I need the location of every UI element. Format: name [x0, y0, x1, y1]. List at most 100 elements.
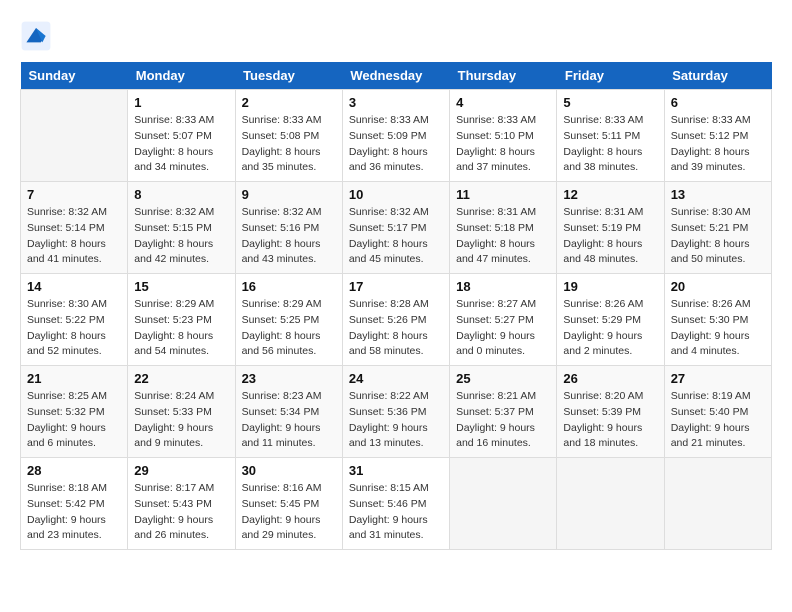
day-number: 5: [563, 95, 657, 110]
day-number: 2: [242, 95, 336, 110]
day-number: 12: [563, 187, 657, 202]
header-row: SundayMondayTuesdayWednesdayThursdayFrid…: [21, 62, 772, 90]
day-info: Sunrise: 8:31 AMSunset: 5:19 PMDaylight:…: [563, 205, 657, 268]
day-cell: 4 Sunrise: 8:33 AMSunset: 5:10 PMDaylight…: [450, 90, 557, 182]
day-cell: 11 Sunrise: 8:31 AMSunset: 5:18 PMDayligh…: [450, 182, 557, 274]
week-row-3: 14 Sunrise: 8:30 AMSunset: 5:22 PMDayligh…: [21, 274, 772, 366]
day-cell: 10 Sunrise: 8:32 AMSunset: 5:17 PMDayligh…: [342, 182, 449, 274]
column-header-thursday: Thursday: [450, 62, 557, 90]
day-info: Sunrise: 8:32 AMSunset: 5:14 PMDaylight:…: [27, 205, 121, 268]
day-number: 25: [456, 371, 550, 386]
day-cell: 17 Sunrise: 8:28 AMSunset: 5:26 PMDayligh…: [342, 274, 449, 366]
day-number: 17: [349, 279, 443, 294]
day-info: Sunrise: 8:24 AMSunset: 5:33 PMDaylight:…: [134, 389, 228, 452]
day-cell: 13 Sunrise: 8:30 AMSunset: 5:21 PMDayligh…: [664, 182, 771, 274]
day-number: 9: [242, 187, 336, 202]
day-info: Sunrise: 8:32 AMSunset: 5:16 PMDaylight:…: [242, 205, 336, 268]
day-cell: 14 Sunrise: 8:30 AMSunset: 5:22 PMDayligh…: [21, 274, 128, 366]
day-number: 1: [134, 95, 228, 110]
column-header-friday: Friday: [557, 62, 664, 90]
day-number: 29: [134, 463, 228, 478]
day-info: Sunrise: 8:30 AMSunset: 5:22 PMDaylight:…: [27, 297, 121, 360]
day-info: Sunrise: 8:18 AMSunset: 5:42 PMDaylight:…: [27, 481, 121, 544]
day-cell: 18Sunrise: 8:27 AMSunset: 5:27 PMDayligh…: [450, 274, 557, 366]
day-info: Sunrise: 8:33 AMSunset: 5:12 PMDaylight:…: [671, 113, 765, 176]
column-header-tuesday: Tuesday: [235, 62, 342, 90]
column-header-saturday: Saturday: [664, 62, 771, 90]
day-info: Sunrise: 8:33 AMSunset: 5:11 PMDaylight:…: [563, 113, 657, 176]
day-info: Sunrise: 8:33 AMSunset: 5:09 PMDaylight:…: [349, 113, 443, 176]
day-info: Sunrise: 8:23 AMSunset: 5:34 PMDaylight:…: [242, 389, 336, 452]
calendar-table: SundayMondayTuesdayWednesdayThursdayFrid…: [20, 62, 772, 550]
day-number: 22: [134, 371, 228, 386]
day-number: 16: [242, 279, 336, 294]
week-row-4: 21Sunrise: 8:25 AMSunset: 5:32 PMDayligh…: [21, 366, 772, 458]
day-cell: 31 Sunrise: 8:15 AMSunset: 5:46 PMDayligh…: [342, 458, 449, 550]
day-number: 11: [456, 187, 550, 202]
day-number: 15: [134, 279, 228, 294]
day-cell: 25 Sunrise: 8:21 AMSunset: 5:37 PMDayligh…: [450, 366, 557, 458]
day-cell: 30 Sunrise: 8:16 AMSunset: 5:45 PMDayligh…: [235, 458, 342, 550]
week-row-5: 28 Sunrise: 8:18 AMSunset: 5:42 PMDayligh…: [21, 458, 772, 550]
day-number: 28: [27, 463, 121, 478]
day-cell: 27Sunrise: 8:19 AMSunset: 5:40 PMDayligh…: [664, 366, 771, 458]
week-row-1: 1 Sunrise: 8:33 AMSunset: 5:07 PMDaylight…: [21, 90, 772, 182]
day-cell: 28 Sunrise: 8:18 AMSunset: 5:42 PMDayligh…: [21, 458, 128, 550]
day-info: Sunrise: 8:19 AMSunset: 5:40 PMDaylight:…: [671, 389, 765, 452]
day-info: Sunrise: 8:31 AMSunset: 5:18 PMDaylight:…: [456, 205, 550, 268]
column-header-monday: Monday: [128, 62, 235, 90]
header: [20, 20, 772, 52]
day-cell: 20Sunrise: 8:26 AMSunset: 5:30 PMDayligh…: [664, 274, 771, 366]
day-cell: 24 Sunrise: 8:22 AMSunset: 5:36 PMDayligh…: [342, 366, 449, 458]
day-info: Sunrise: 8:16 AMSunset: 5:45 PMDaylight:…: [242, 481, 336, 544]
day-cell: 9 Sunrise: 8:32 AMSunset: 5:16 PMDaylight…: [235, 182, 342, 274]
day-number: 6: [671, 95, 765, 110]
day-number: 30: [242, 463, 336, 478]
day-info: Sunrise: 8:32 AMSunset: 5:17 PMDaylight:…: [349, 205, 443, 268]
day-cell: 22 Sunrise: 8:24 AMSunset: 5:33 PMDayligh…: [128, 366, 235, 458]
day-number: 21: [27, 371, 121, 386]
day-number: 20: [671, 279, 765, 294]
day-info: Sunrise: 8:22 AMSunset: 5:36 PMDaylight:…: [349, 389, 443, 452]
day-info: Sunrise: 8:21 AMSunset: 5:37 PMDaylight:…: [456, 389, 550, 452]
day-cell: 21Sunrise: 8:25 AMSunset: 5:32 PMDayligh…: [21, 366, 128, 458]
day-info: Sunrise: 8:33 AMSunset: 5:08 PMDaylight:…: [242, 113, 336, 176]
day-number: 4: [456, 95, 550, 110]
day-number: 13: [671, 187, 765, 202]
day-cell: 7 Sunrise: 8:32 AMSunset: 5:14 PMDaylight…: [21, 182, 128, 274]
day-number: 19: [563, 279, 657, 294]
day-cell: 29 Sunrise: 8:17 AMSunset: 5:43 PMDayligh…: [128, 458, 235, 550]
logo-icon: [20, 20, 52, 52]
day-info: Sunrise: 8:33 AMSunset: 5:07 PMDaylight:…: [134, 113, 228, 176]
day-info: Sunrise: 8:26 AMSunset: 5:29 PMDaylight:…: [563, 297, 657, 360]
day-number: 8: [134, 187, 228, 202]
logo: [20, 20, 56, 52]
day-info: Sunrise: 8:29 AMSunset: 5:25 PMDaylight:…: [242, 297, 336, 360]
day-cell: 19 Sunrise: 8:26 AMSunset: 5:29 PMDayligh…: [557, 274, 664, 366]
day-cell: 15Sunrise: 8:29 AMSunset: 5:23 PMDayligh…: [128, 274, 235, 366]
day-cell: 3 Sunrise: 8:33 AMSunset: 5:09 PMDaylight…: [342, 90, 449, 182]
day-number: 7: [27, 187, 121, 202]
day-cell: 2 Sunrise: 8:33 AMSunset: 5:08 PMDaylight…: [235, 90, 342, 182]
day-cell: [21, 90, 128, 182]
day-number: 14: [27, 279, 121, 294]
day-info: Sunrise: 8:32 AMSunset: 5:15 PMDaylight:…: [134, 205, 228, 268]
day-cell: 26Sunrise: 8:20 AMSunset: 5:39 PMDayligh…: [557, 366, 664, 458]
day-cell: 23Sunrise: 8:23 AMSunset: 5:34 PMDayligh…: [235, 366, 342, 458]
column-header-wednesday: Wednesday: [342, 62, 449, 90]
day-cell: [557, 458, 664, 550]
day-info: Sunrise: 8:28 AMSunset: 5:26 PMDaylight:…: [349, 297, 443, 360]
day-number: 3: [349, 95, 443, 110]
day-cell: 12 Sunrise: 8:31 AMSunset: 5:19 PMDayligh…: [557, 182, 664, 274]
day-number: 10: [349, 187, 443, 202]
day-number: 26: [563, 371, 657, 386]
day-info: Sunrise: 8:17 AMSunset: 5:43 PMDaylight:…: [134, 481, 228, 544]
day-cell: [450, 458, 557, 550]
day-number: 24: [349, 371, 443, 386]
day-number: 31: [349, 463, 443, 478]
day-info: Sunrise: 8:30 AMSunset: 5:21 PMDaylight:…: [671, 205, 765, 268]
day-info: Sunrise: 8:15 AMSunset: 5:46 PMDaylight:…: [349, 481, 443, 544]
day-cell: [664, 458, 771, 550]
day-info: Sunrise: 8:33 AMSunset: 5:10 PMDaylight:…: [456, 113, 550, 176]
day-cell: 1 Sunrise: 8:33 AMSunset: 5:07 PMDaylight…: [128, 90, 235, 182]
